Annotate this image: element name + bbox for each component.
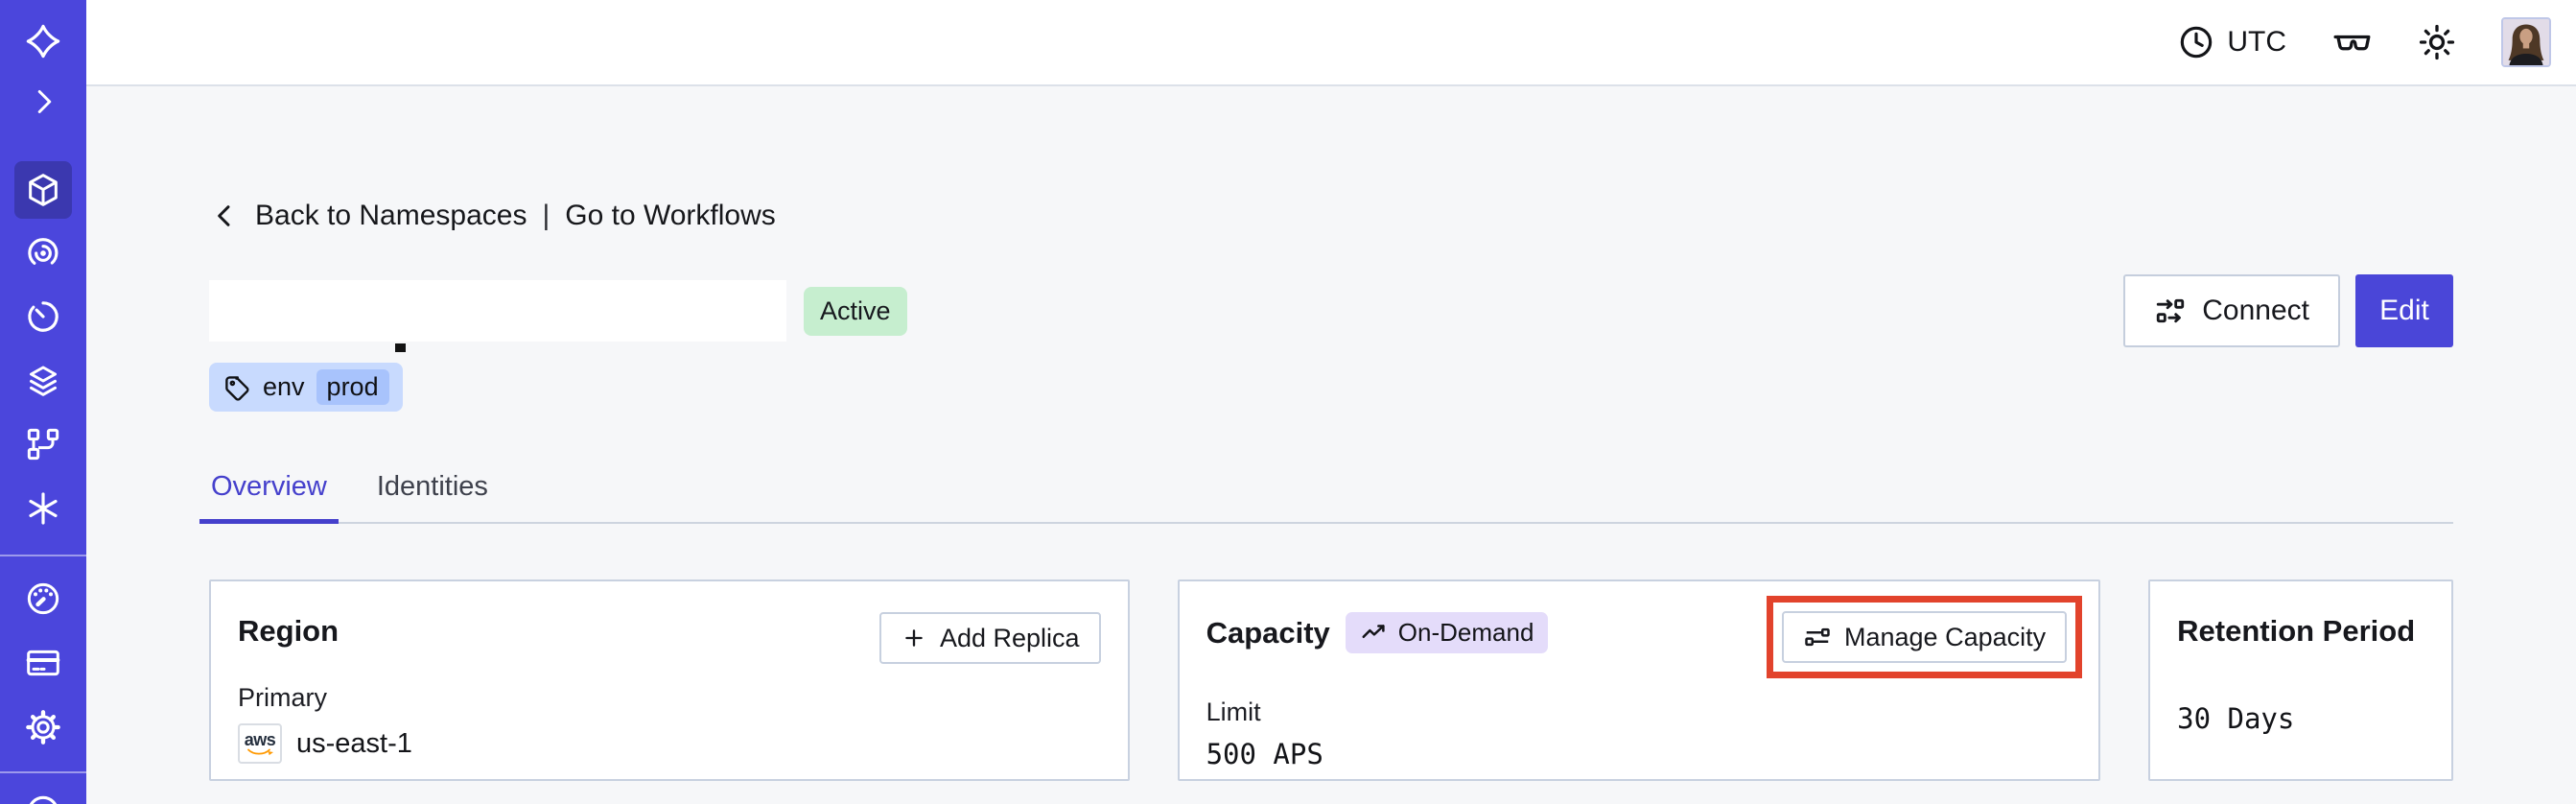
region-card-title: Region (238, 614, 340, 648)
credit-card-icon (24, 644, 62, 682)
sidebar-item-batch-operations[interactable] (0, 362, 86, 400)
chevron-left-icon (209, 201, 240, 231)
gear-icon (24, 708, 62, 746)
labs-toggle[interactable] (2330, 21, 2373, 63)
tag-key: env (263, 372, 305, 401)
on-demand-badge: On-Demand (1345, 612, 1549, 653)
cube-icon (24, 171, 62, 209)
timezone-selector[interactable]: UTC (2177, 23, 2286, 61)
sidebar-divider (0, 555, 86, 556)
namespace-tag-chip: env prod (209, 363, 403, 412)
edit-button[interactable]: Edit (2355, 274, 2453, 347)
manage-capacity-label: Manage Capacity (1844, 622, 2047, 651)
connect-flow-icon (2154, 295, 2187, 327)
manage-capacity-button[interactable]: Manage Capacity (1782, 611, 2068, 663)
status-badge: Active (804, 286, 907, 336)
temporal-logo (24, 22, 62, 60)
retention-card-title: Retention Period (2177, 614, 2416, 648)
spiral-icon (24, 234, 62, 272)
timezone-label: UTC (2227, 26, 2286, 58)
sidebar-item-home[interactable] (0, 22, 86, 60)
sidebar-item-support[interactable] (0, 792, 86, 804)
capacity-limit-label: Limit (1206, 698, 1261, 726)
tag-icon (222, 373, 251, 402)
connect-button-label: Connect (2202, 295, 2309, 326)
redaction-artifact (395, 343, 406, 352)
namespace-title-redacted (209, 280, 786, 342)
aws-logo: aws (238, 723, 282, 764)
branch-icon (24, 425, 62, 463)
sidebar-item-namespaces[interactable] (14, 161, 72, 219)
on-demand-label: On-Demand (1397, 618, 1534, 647)
tag-value: prod (316, 369, 389, 405)
sidebar-item-billing[interactable] (0, 644, 86, 682)
go-to-workflows-link[interactable]: Go to Workflows (565, 200, 776, 232)
asterisk-icon (24, 489, 62, 528)
add-replica-label: Add Replica (939, 623, 1080, 652)
clock-icon (2177, 23, 2215, 61)
sidebar-expand-button[interactable] (0, 84, 86, 119)
retention-card: Retention Period 30 Days (2148, 579, 2453, 781)
sidebar-item-workflows[interactable] (0, 234, 86, 272)
topbar: UTC (86, 0, 2576, 86)
circle-partial-icon (24, 792, 62, 804)
tab-bar: Overview Identities (199, 471, 2453, 524)
gauge-icon (24, 579, 62, 618)
sidebar-item-deployments[interactable] (0, 425, 86, 463)
capacity-card-title: Capacity (1206, 615, 1330, 650)
edit-button-label: Edit (2379, 295, 2429, 326)
capacity-card: Capacity On-Demand Manage Capacity Limit… (1177, 579, 2101, 781)
trending-up-icon (1360, 619, 1389, 648)
theme-toggle[interactable] (2417, 22, 2457, 62)
layers-icon (24, 362, 62, 400)
region-value: us-east-1 (296, 727, 412, 759)
back-to-namespaces-link[interactable]: Back to Namespaces (255, 200, 527, 232)
add-replica-button[interactable]: Add Replica (878, 612, 1101, 664)
main-area: Back to Namespaces | Go to Workflows Act… (86, 86, 2576, 804)
glasses-icon (2330, 21, 2373, 63)
sliders-icon (1803, 623, 1832, 651)
annotation-highlight: Manage Capacity (1767, 596, 2083, 678)
retention-value: 30 Days (2177, 702, 2295, 735)
breadcrumb: Back to Namespaces | Go to Workflows (209, 200, 2453, 232)
timer-icon (24, 297, 62, 336)
sun-icon (2417, 22, 2457, 62)
sidebar-item-settings[interactable] (0, 708, 86, 746)
chevron-right-icon (26, 84, 60, 119)
region-card: Region Add Replica Primary aws us-east-1 (209, 579, 1130, 781)
sidebar-item-usage[interactable] (0, 579, 86, 618)
region-primary-label: Primary (238, 683, 327, 712)
user-avatar[interactable] (2501, 17, 2551, 67)
sidebar-divider (0, 771, 86, 773)
tab-identities[interactable]: Identities (375, 471, 490, 522)
plus-icon (901, 625, 927, 651)
breadcrumb-separator: | (542, 200, 550, 231)
sidebar-item-schedules[interactable] (0, 297, 86, 336)
sidebar-item-nexus[interactable] (0, 489, 86, 528)
connect-button[interactable]: Connect (2123, 274, 2340, 347)
sidebar-nav (0, 0, 86, 804)
namespace-header: Active Connect Edit (209, 274, 2453, 352)
capacity-value: 500 APS (1206, 738, 1323, 770)
tab-overview[interactable]: Overview (199, 471, 339, 524)
